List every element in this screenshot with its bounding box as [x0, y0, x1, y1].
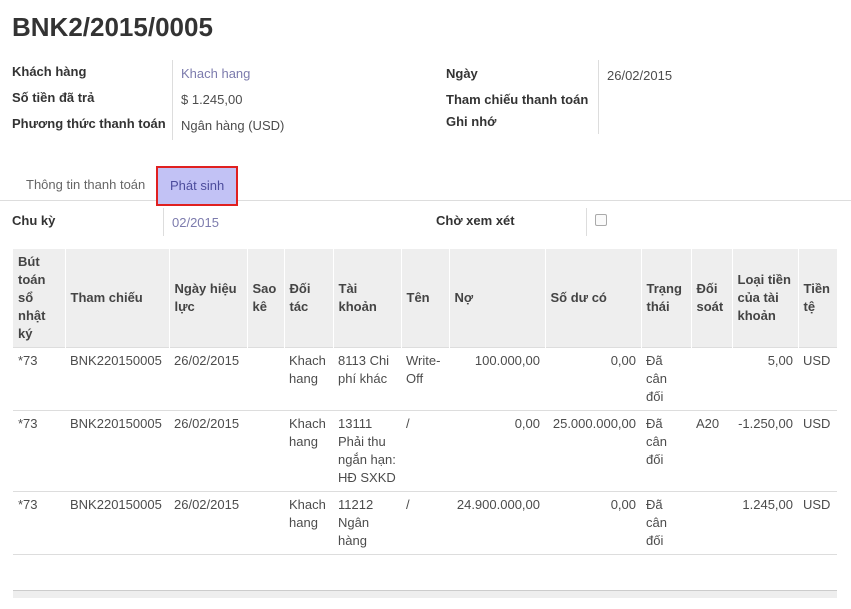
- cell-amount-currency: 5,00: [732, 347, 798, 411]
- table-row[interactable]: *73 BNK220150005 26/02/2015 Khach hang 1…: [13, 410, 837, 492]
- period-label: Chu kỳ: [12, 213, 56, 228]
- cell-debit: 24.900.000,00: [449, 491, 545, 555]
- cell-account: 13111 Phải thu ngắn hạn: HĐ SXKD: [333, 410, 401, 492]
- tab-payment-info[interactable]: Thông tin thanh toán: [14, 166, 157, 201]
- cell-journal-entry: *73: [13, 347, 65, 411]
- col-effective-date[interactable]: Ngày hiệu lực: [168, 249, 247, 348]
- cell-effective-date: 26/02/2015: [169, 410, 247, 492]
- cell-reconcile: A20: [691, 410, 732, 492]
- cell-effective-date: 26/02/2015: [169, 491, 247, 555]
- date-label: Ngày: [446, 66, 478, 81]
- cell-partner: Khach hang: [284, 347, 333, 411]
- cell-status: Đã cân đối: [641, 410, 691, 492]
- cell-status: Đã cân đối: [641, 491, 691, 555]
- page-title: BNK2/2015/0005: [12, 12, 213, 42]
- customer-label: Khách hàng: [12, 64, 87, 79]
- right-divider: [598, 60, 599, 134]
- table-footer: [13, 590, 837, 598]
- payment-reference-label: Tham chiếu thanh toán: [446, 92, 589, 107]
- payment-method-label: Phương thức thanh toán: [12, 116, 166, 131]
- date-field[interactable]: 26/02/2015: [607, 68, 672, 83]
- cell-reconcile: [691, 491, 732, 555]
- col-journal-entry[interactable]: Bút toán sổ nhật ký: [13, 249, 65, 348]
- col-debit[interactable]: Nợ: [448, 249, 545, 348]
- cell-partner: Khach hang: [284, 491, 333, 555]
- col-statement[interactable]: Sao kê: [246, 249, 284, 348]
- cell-amount-currency: 1.245,00: [732, 491, 798, 555]
- cell-status: Đã cân đối: [641, 347, 691, 411]
- cell-partner: Khach hang: [284, 410, 333, 492]
- customer-field[interactable]: Khach hang: [181, 66, 250, 81]
- col-reconcile[interactable]: Đối soát: [690, 249, 732, 348]
- cell-credit: 25.000.000,00: [545, 410, 641, 492]
- cell-statement: [247, 347, 284, 411]
- tab-journal-items[interactable]: Phát sinh: [156, 166, 239, 206]
- to-review-label: Chờ xem xét: [436, 213, 515, 228]
- col-status[interactable]: Trạng thái: [640, 249, 691, 348]
- table-header-row: Bút toán sổ nhật ký Tham chiếu Ngày hiệu…: [13, 249, 837, 348]
- cell-reconcile: [691, 347, 732, 411]
- amount-label: Số tiền đã trả: [12, 90, 95, 105]
- to-review-checkbox[interactable]: [595, 214, 607, 226]
- cell-reference: BNK220150005: [65, 491, 169, 555]
- amount-field[interactable]: $ 1.245,00: [181, 92, 242, 107]
- col-currency[interactable]: Tiền tệ: [797, 249, 837, 348]
- cell-debit: 100.000,00: [449, 347, 545, 411]
- col-reference[interactable]: Tham chiếu: [64, 249, 169, 348]
- col-credit[interactable]: Số dư có: [544, 249, 641, 348]
- cell-credit: 0,00: [545, 347, 641, 411]
- cell-credit: 0,00: [545, 491, 641, 555]
- left-divider: [172, 60, 173, 140]
- cell-statement: [247, 491, 284, 555]
- col-amount-currency[interactable]: Loại tiền của tài khoản: [731, 249, 798, 348]
- cell-reference: BNK220150005: [65, 410, 169, 492]
- cell-effective-date: 26/02/2015: [169, 347, 247, 411]
- memo-label: Ghi nhớ: [446, 114, 497, 129]
- cell-currency: USD: [798, 410, 837, 492]
- cell-reference: BNK220150005: [65, 347, 169, 411]
- cell-journal-entry: *73: [13, 491, 65, 555]
- cell-account: 11212 Ngân hàng: [333, 491, 401, 555]
- cell-name: /: [401, 410, 449, 492]
- payment-method-field[interactable]: Ngân hàng (USD): [181, 118, 284, 133]
- cell-amount-currency: -1.250,00: [732, 410, 798, 492]
- period-field[interactable]: 02/2015: [172, 215, 219, 230]
- table-row[interactable]: *73 BNK220150005 26/02/2015 Khach hang 8…: [13, 347, 837, 411]
- cell-journal-entry: *73: [13, 410, 65, 492]
- cell-debit: 0,00: [449, 410, 545, 492]
- cell-currency: USD: [798, 347, 837, 411]
- cell-statement: [247, 410, 284, 492]
- col-partner[interactable]: Đối tác: [283, 249, 333, 348]
- notebook-tabs: Thông tin thanh toán Phát sinh: [0, 166, 851, 206]
- col-name[interactable]: Tên: [400, 249, 449, 348]
- period-divider: [163, 208, 164, 236]
- cell-name: Write-Off: [401, 347, 449, 411]
- table-row[interactable]: *73 BNK220150005 26/02/2015 Khach hang 1…: [13, 491, 837, 555]
- journal-items-table: Bút toán sổ nhật ký Tham chiếu Ngày hiệu…: [13, 249, 837, 555]
- cell-currency: USD: [798, 491, 837, 555]
- col-account[interactable]: Tài khoản: [332, 249, 401, 348]
- review-divider: [586, 208, 587, 236]
- cell-account: 8113 Chi phí khác: [333, 347, 401, 411]
- cell-name: /: [401, 491, 449, 555]
